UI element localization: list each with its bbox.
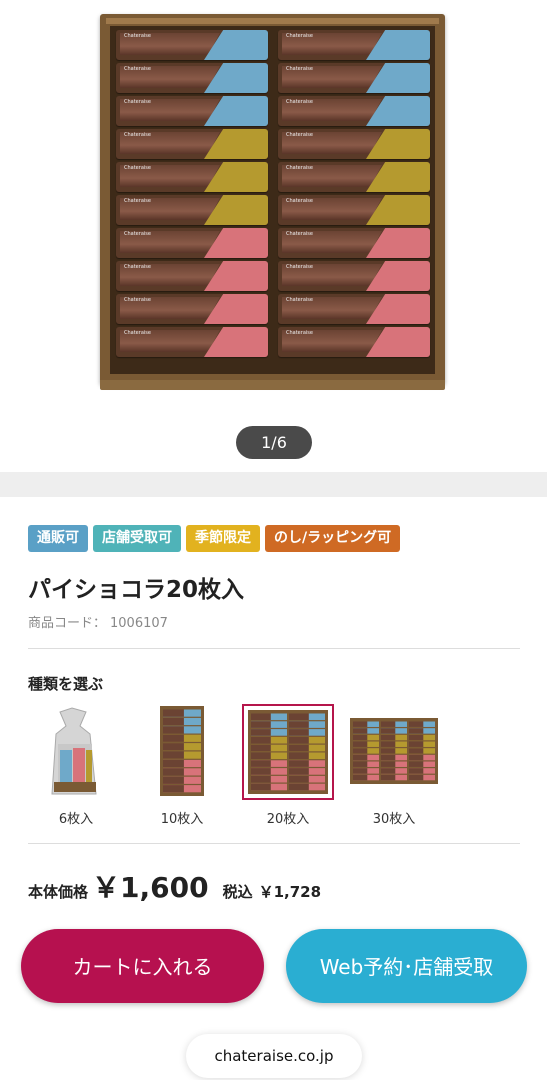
variant-selector: 6枚入 10枚入 20枚入 30枚入 bbox=[28, 702, 438, 832]
product-image-gallery[interactable]: Chateraise Chateraise Chateraise Chateraise… bbox=[0, 0, 547, 472]
product-code-label: 商品コード： bbox=[28, 616, 107, 631]
product-code-value: 1006107 bbox=[110, 616, 168, 631]
variant-10[interactable]: 10枚入 bbox=[134, 702, 230, 827]
section-divider bbox=[0, 472, 547, 497]
pie-packet: Chateraise bbox=[278, 294, 430, 324]
tax-amount: ￥1,728 bbox=[258, 883, 322, 901]
pie-packet: Chateraise bbox=[278, 162, 430, 192]
product-photo: Chateraise Chateraise Chateraise Chateraise… bbox=[100, 14, 445, 390]
pie-packet: Chateraise bbox=[116, 228, 268, 258]
badge-mail-order: 通販可 bbox=[28, 525, 88, 552]
variant-30-thumb bbox=[348, 704, 440, 800]
badge-list: 通販可 店舗受取可 季節限定 のし/ラッピング可 bbox=[28, 525, 401, 552]
variant-6[interactable]: 6枚入 bbox=[28, 702, 124, 827]
image-pager: 1/6 bbox=[236, 426, 312, 459]
pie-packet: Chateraise bbox=[278, 129, 430, 159]
pie-packet: Chateraise bbox=[278, 195, 430, 225]
pie-packet: Chateraise bbox=[116, 261, 268, 291]
tax-label: 税込 bbox=[222, 883, 253, 901]
variant-10-label: 10枚入 bbox=[160, 812, 204, 827]
variant-20-label: 20枚入 bbox=[266, 812, 310, 827]
price-label: 本体価格 bbox=[28, 883, 89, 901]
pie-packet: Chateraise bbox=[116, 63, 268, 93]
product-code: 商品コード： 1006107 bbox=[28, 612, 168, 631]
price-amount: ￥1,600 bbox=[92, 871, 209, 904]
pie-packet: Chateraise bbox=[116, 129, 268, 159]
pie-packet: Chateraise bbox=[116, 195, 268, 225]
web-reserve-button[interactable]: Web予約･店舗受取 bbox=[286, 929, 527, 1003]
pie-packet: Chateraise bbox=[278, 63, 430, 93]
add-to-cart-button[interactable]: カートに入れる bbox=[21, 929, 264, 1003]
pie-packet: Chateraise bbox=[116, 30, 268, 60]
variant-heading: 種類を選ぶ bbox=[28, 675, 104, 693]
pie-packet: Chateraise bbox=[278, 30, 430, 60]
pie-packet: Chateraise bbox=[116, 96, 268, 126]
pie-packet: Chateraise bbox=[278, 261, 430, 291]
badge-wrapping: のし/ラッピング可 bbox=[265, 525, 401, 552]
pie-packet: Chateraise bbox=[116, 294, 268, 324]
badge-seasonal: 季節限定 bbox=[186, 525, 260, 552]
pie-packet: Chateraise bbox=[278, 327, 430, 357]
variant-20[interactable]: 20枚入 bbox=[240, 702, 336, 827]
divider bbox=[28, 648, 520, 649]
variant-30[interactable]: 30枚入 bbox=[346, 702, 442, 827]
divider bbox=[28, 843, 520, 844]
price-row: 本体価格 ￥1,600 税込 ￥1,728 bbox=[28, 866, 321, 906]
pie-packet: Chateraise bbox=[116, 327, 268, 357]
browser-url-bar[interactable]: chateraise.co.jp bbox=[186, 1034, 362, 1078]
badge-store-pickup: 店舗受取可 bbox=[93, 525, 181, 552]
variant-10-thumb bbox=[136, 704, 228, 800]
pie-packet: Chateraise bbox=[278, 228, 430, 258]
variant-20-thumb bbox=[242, 704, 334, 800]
product-title: パイショコラ20枚入 bbox=[28, 577, 245, 603]
variant-6-thumb bbox=[30, 704, 122, 800]
variant-30-label: 30枚入 bbox=[372, 812, 416, 827]
variant-6-label: 6枚入 bbox=[58, 812, 94, 827]
pie-packet: Chateraise bbox=[278, 96, 430, 126]
pie-packet: Chateraise bbox=[116, 162, 268, 192]
